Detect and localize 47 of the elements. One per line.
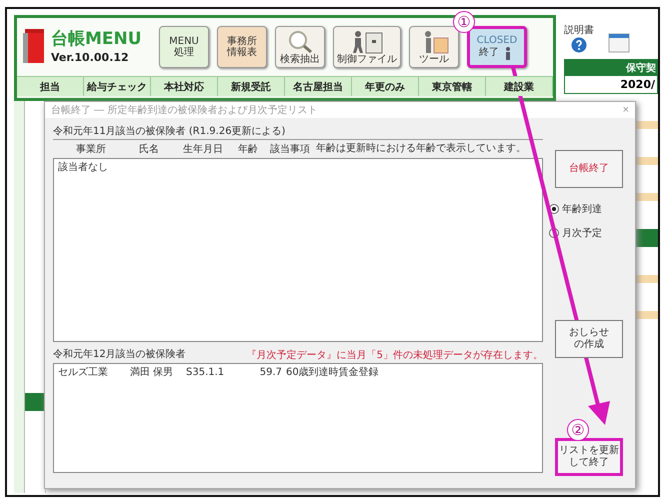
- help-icon[interactable]: [571, 37, 587, 53]
- list-cell-text: S35.1.1: [186, 366, 226, 380]
- menu-tab[interactable]: 名古屋担当: [285, 77, 352, 96]
- column-header: 事業所: [75, 142, 107, 156]
- group-legend: 令和元年12月該当の被保険者: [53, 348, 189, 362]
- list-item[interactable]: 該当者なし: [58, 161, 538, 174]
- date-cell: 2020/: [564, 76, 658, 94]
- menu-tab[interactable]: 本社対応: [151, 77, 218, 96]
- column-header: 年齢: [237, 142, 259, 156]
- menu-tab[interactable]: 給与チェック: [84, 77, 151, 96]
- list-cell-text: 満田 保男: [130, 366, 174, 380]
- finish-button[interactable]: 台帳終了: [555, 150, 623, 188]
- book-icon: [23, 29, 45, 65]
- sheet-bar: [25, 393, 45, 411]
- menu-button[interactable]: 事務所 情報表: [217, 26, 267, 68]
- toolbar-button[interactable]: 検索抽出: [275, 26, 325, 68]
- menu-tab[interactable]: 担当: [17, 77, 84, 96]
- menu-button[interactable]: MENU 処理: [159, 26, 209, 68]
- toolbar-button[interactable]: 制御ファイル: [333, 26, 401, 68]
- step-badge: ①: [453, 11, 475, 33]
- close-button[interactable]: CLOSED 終了: [467, 26, 527, 68]
- update-button[interactable]: リストを更新 して終了: [555, 438, 623, 476]
- toolbar-button[interactable]: ツール: [409, 26, 459, 68]
- banner-heading: 保守契: [564, 59, 658, 76]
- column-header: 生年月日: [182, 142, 224, 156]
- menu-tab[interactable]: 年更のみ: [352, 77, 419, 96]
- radio-option[interactable]: 年齢到達: [549, 202, 602, 216]
- notice-button[interactable]: おしらせ の作成: [555, 320, 623, 358]
- app-title: 台帳MENU: [51, 30, 142, 48]
- version-label: Ver.10.00.12: [51, 50, 130, 64]
- list-cell-text: 59.7: [258, 366, 283, 380]
- list-note: 年齢は更新時における年齢で表示しています。: [316, 142, 527, 156]
- magnifier-icon: [287, 30, 313, 54]
- menu-tab[interactable]: 新規受託: [218, 77, 285, 96]
- column-header: 該当事項: [269, 142, 311, 156]
- list-cell-text: 60歳到達時賃金登録: [286, 366, 380, 380]
- manual-label: 説明書: [564, 24, 594, 37]
- calendar-icon[interactable]: [608, 31, 630, 53]
- dialog-title: 台帳終了 ― 所定年齢到達の被保険者および月次予定リスト: [51, 104, 318, 117]
- group-legend: 令和元年11月該当の被保険者 (R1.9.26更新による): [53, 124, 543, 140]
- figure-with-cabinet-icon: [350, 30, 384, 54]
- menu-tab[interactable]: 東京管轄: [419, 77, 486, 96]
- warning-text: 『月次予定データ』に当月「5」件の未処理データが存在します。: [246, 348, 543, 362]
- column-header: 氏名: [138, 142, 160, 156]
- radio-option[interactable]: 月次予定: [549, 226, 602, 240]
- list-cell-text: セルズ工業: [58, 366, 109, 380]
- menu-tab[interactable]: 建設業: [486, 77, 553, 96]
